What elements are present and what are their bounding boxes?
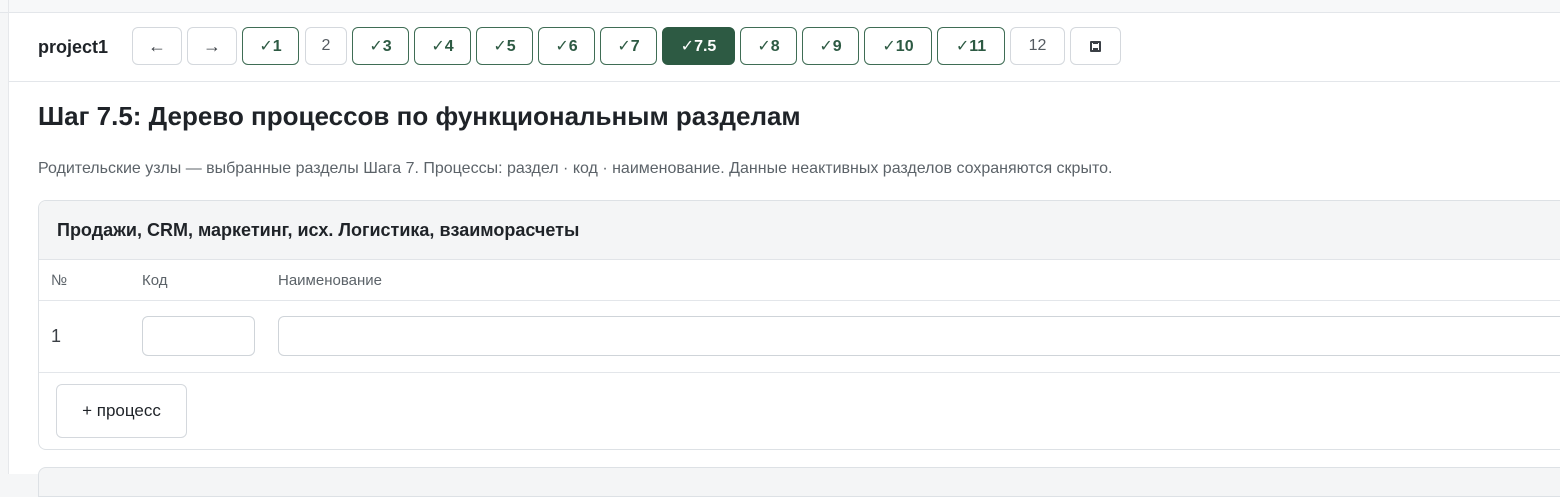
step-4-button[interactable]: ✓4: [414, 27, 471, 65]
step-navigation-bar: project1 ← → ✓1 2 ✓3 ✓4 ✓5 ✓6 ✓7 ✓7.5 ✓8…: [9, 13, 1560, 82]
page-title: Шаг 7.5: Дерево процессов по функциональ…: [38, 101, 801, 131]
column-header-code: Код: [142, 272, 168, 289]
step-11-button[interactable]: ✓11: [937, 27, 1005, 65]
step-8-button[interactable]: ✓8: [740, 27, 797, 65]
main-panel: project1 ← → ✓1 2 ✓3 ✓4 ✓5 ✓6 ✓7 ✓7.5 ✓8…: [9, 13, 1560, 497]
save-button[interactable]: [1070, 27, 1121, 65]
page-subtitle: Родительские узлы — выбранные разделы Ша…: [38, 160, 1113, 177]
project-name: project1: [38, 37, 109, 57]
section-header: Продажи, CRM, маркетинг, исх. Логистика,…: [39, 201, 1560, 260]
name-input[interactable]: [278, 316, 1560, 356]
table-header-row: № Код Наименование: [39, 260, 1560, 301]
back-button[interactable]: ←: [132, 27, 182, 65]
code-input[interactable]: [142, 316, 255, 356]
add-process-button[interactable]: + процесс: [56, 384, 187, 438]
forward-button[interactable]: →: [187, 27, 237, 65]
step-2-button[interactable]: 2: [305, 27, 347, 65]
next-section-card: [38, 467, 1560, 497]
step-5-button[interactable]: ✓5: [476, 27, 533, 65]
section-title: Продажи, CRM, маркетинг, исх. Логистика,…: [57, 220, 580, 240]
arrow-right-icon: →: [203, 35, 221, 56]
table-row: 1: [39, 301, 1560, 373]
step-10-button[interactable]: ✓10: [864, 27, 932, 65]
step-9-button[interactable]: ✓9: [802, 27, 859, 65]
save-icon: [1090, 40, 1101, 52]
step-6-button[interactable]: ✓6: [538, 27, 595, 65]
arrow-left-icon: ←: [148, 35, 166, 56]
section-card: Продажи, CRM, маркетинг, исх. Логистика,…: [38, 200, 1560, 450]
step-1-button[interactable]: ✓1: [242, 27, 299, 65]
step-3-button[interactable]: ✓3: [352, 27, 409, 65]
column-header-num: №: [51, 272, 68, 289]
step-7-5-button[interactable]: ✓7.5: [662, 27, 735, 65]
row-number: 1: [51, 326, 62, 346]
top-strip: [0, 0, 1560, 13]
step-12-button[interactable]: 12: [1010, 27, 1065, 65]
column-header-name: Наименование: [278, 272, 382, 289]
step-7-button[interactable]: ✓7: [600, 27, 657, 65]
